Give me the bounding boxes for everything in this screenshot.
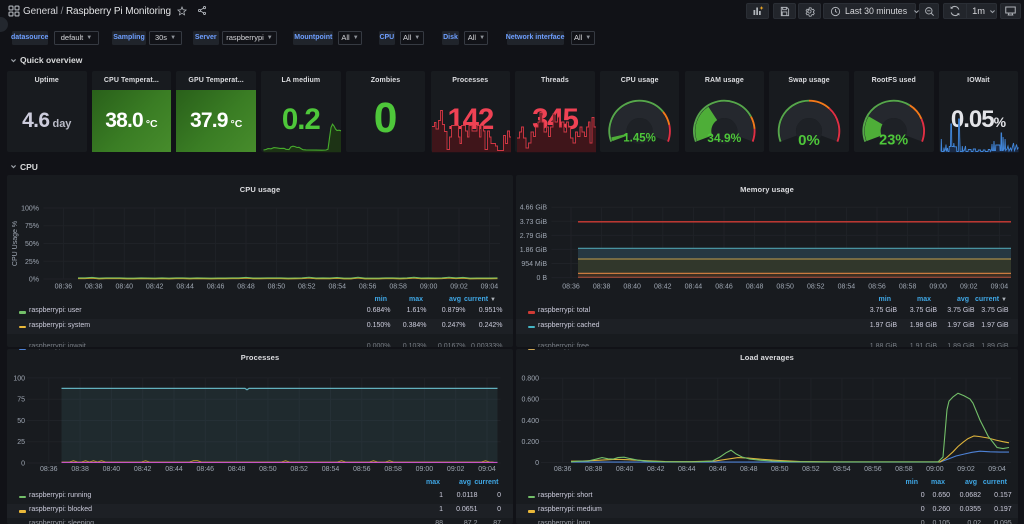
svg-text:08:58: 08:58: [389, 284, 407, 291]
svg-text:09:00: 09:00: [929, 284, 947, 291]
svg-text:23%: 23%: [879, 132, 908, 148]
svg-text:34.9%: 34.9%: [707, 131, 741, 145]
svg-text:08:44: 08:44: [165, 466, 183, 473]
svg-text:100: 100: [13, 375, 25, 382]
svg-text:954 MiB: 954 MiB: [521, 261, 547, 268]
svg-text:0 B: 0 B: [536, 275, 547, 282]
svg-text:75: 75: [17, 397, 25, 404]
svg-text:08:44: 08:44: [678, 466, 696, 473]
svg-text:0.200: 0.200: [521, 439, 539, 446]
svg-text:08:42: 08:42: [134, 466, 152, 473]
svg-text:08:38: 08:38: [85, 284, 103, 291]
svg-text:0%: 0%: [29, 277, 39, 284]
svg-text:08:50: 08:50: [771, 466, 789, 473]
svg-text:08:46: 08:46: [715, 284, 733, 291]
svg-text:08:48: 08:48: [746, 284, 764, 291]
svg-text:08:42: 08:42: [647, 466, 665, 473]
svg-text:09:00: 09:00: [926, 466, 944, 473]
svg-text:0: 0: [21, 461, 25, 468]
svg-text:08:56: 08:56: [864, 466, 882, 473]
svg-text:CPU Usage %: CPU Usage %: [12, 221, 19, 266]
svg-text:08:52: 08:52: [298, 284, 316, 291]
svg-text:100%: 100%: [21, 206, 39, 213]
svg-text:08:44: 08:44: [685, 284, 703, 291]
svg-text:09:02: 09:02: [957, 466, 975, 473]
svg-text:4.66 GiB: 4.66 GiB: [520, 205, 548, 212]
svg-text:09:02: 09:02: [447, 466, 465, 473]
svg-text:08:42: 08:42: [654, 284, 672, 291]
svg-text:1.45%: 1.45%: [623, 133, 656, 145]
svg-text:08:52: 08:52: [290, 466, 308, 473]
svg-text:09:00: 09:00: [420, 284, 438, 291]
svg-text:08:54: 08:54: [322, 466, 340, 473]
svg-text:09:04: 09:04: [988, 466, 1006, 473]
svg-text:08:40: 08:40: [616, 466, 634, 473]
svg-text:0: 0: [535, 460, 539, 467]
svg-text:1.86 GiB: 1.86 GiB: [520, 247, 548, 254]
svg-text:08:58: 08:58: [384, 466, 402, 473]
svg-text:0.800: 0.800: [521, 376, 539, 383]
svg-text:08:56: 08:56: [868, 284, 886, 291]
svg-text:08:58: 08:58: [895, 466, 913, 473]
svg-text:08:38: 08:38: [585, 466, 603, 473]
svg-text:08:42: 08:42: [146, 284, 164, 291]
svg-text:09:04: 09:04: [991, 284, 1009, 291]
svg-text:08:36: 08:36: [554, 466, 572, 473]
svg-text:08:50: 08:50: [268, 284, 286, 291]
svg-text:09:02: 09:02: [960, 284, 978, 291]
svg-text:08:56: 08:56: [353, 466, 371, 473]
svg-text:08:52: 08:52: [807, 284, 825, 291]
svg-text:08:46: 08:46: [197, 466, 215, 473]
svg-text:08:54: 08:54: [329, 284, 347, 291]
svg-text:09:04: 09:04: [481, 284, 499, 291]
svg-text:08:38: 08:38: [593, 284, 611, 291]
svg-text:08:46: 08:46: [207, 284, 225, 291]
svg-text:08:50: 08:50: [259, 466, 277, 473]
svg-text:08:36: 08:36: [562, 284, 580, 291]
svg-text:08:54: 08:54: [833, 466, 851, 473]
svg-text:25: 25: [17, 439, 25, 446]
svg-text:08:48: 08:48: [228, 466, 246, 473]
svg-text:0%: 0%: [798, 132, 820, 149]
svg-text:75%: 75%: [25, 223, 39, 230]
svg-text:08:44: 08:44: [176, 284, 194, 291]
svg-text:08:48: 08:48: [237, 284, 255, 291]
svg-text:08:48: 08:48: [740, 466, 758, 473]
svg-text:50%: 50%: [25, 241, 39, 248]
svg-text:50: 50: [17, 418, 25, 425]
svg-text:08:38: 08:38: [71, 466, 89, 473]
svg-text:08:36: 08:36: [40, 466, 58, 473]
svg-text:09:00: 09:00: [416, 466, 434, 473]
svg-text:08:46: 08:46: [709, 466, 727, 473]
svg-text:08:40: 08:40: [623, 284, 641, 291]
svg-text:08:40: 08:40: [116, 284, 134, 291]
svg-text:09:04: 09:04: [478, 466, 496, 473]
svg-text:08:52: 08:52: [802, 466, 820, 473]
svg-text:0.600: 0.600: [521, 397, 539, 404]
svg-text:08:36: 08:36: [55, 284, 73, 291]
svg-text:08:56: 08:56: [359, 284, 377, 291]
svg-text:08:58: 08:58: [899, 284, 917, 291]
svg-text:08:40: 08:40: [103, 466, 121, 473]
svg-text:25%: 25%: [25, 259, 39, 266]
svg-text:2.79 GiB: 2.79 GiB: [520, 233, 548, 240]
svg-text:3.73 GiB: 3.73 GiB: [520, 219, 548, 226]
svg-text:0.400: 0.400: [521, 418, 539, 425]
svg-text:09:02: 09:02: [450, 284, 468, 291]
svg-text:08:50: 08:50: [776, 284, 794, 291]
svg-text:08:54: 08:54: [838, 284, 856, 291]
